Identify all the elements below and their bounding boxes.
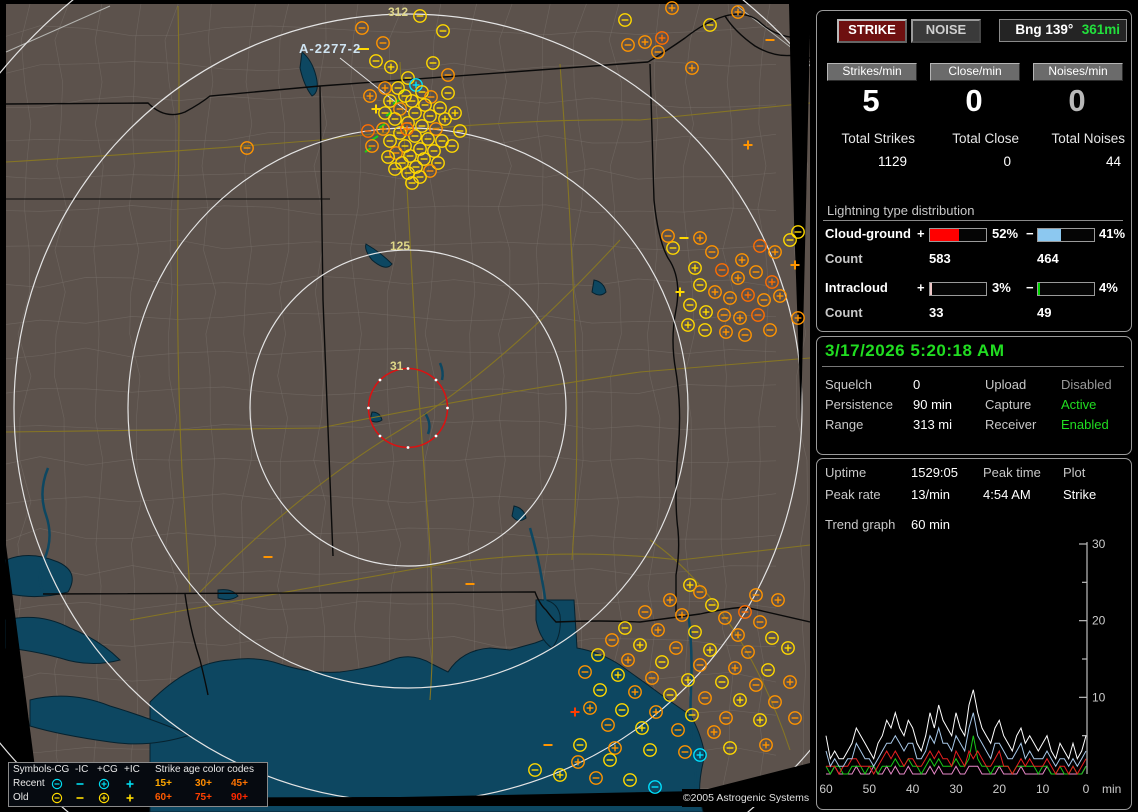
status-panel: 3/17/2026 5:20:18 AM Squelch 0 Upload Di… bbox=[816, 336, 1132, 455]
distance-value: 361mi bbox=[1081, 22, 1120, 37]
cloud-ground-label: Cloud-ground bbox=[825, 226, 911, 241]
squelch-value: 0 bbox=[913, 377, 921, 392]
peak-time-value: 4:54 AM bbox=[983, 487, 1031, 502]
ic-minus-sign: − bbox=[1026, 280, 1034, 295]
intracloud-label: Intracloud bbox=[825, 280, 888, 295]
trend-graph-label: Trend graph bbox=[825, 517, 896, 532]
peak-rate-label: Peak rate bbox=[825, 487, 881, 502]
squelch-label: Squelch bbox=[825, 377, 872, 392]
uptime-label: Uptime bbox=[825, 465, 867, 480]
peak-rate-value: 13/min bbox=[911, 487, 951, 502]
svg-text:30: 30 bbox=[1092, 539, 1106, 551]
lightning-map[interactable]: 312 125 31 A-2277-2 Symbols -CG -IC +CG … bbox=[0, 0, 810, 812]
close-per-min-chip[interactable]: Close/min bbox=[930, 63, 1020, 81]
storm-cell-label: A-2277-2 bbox=[299, 41, 361, 56]
datetime-divider bbox=[822, 366, 1124, 367]
receiver-status: Enabled bbox=[1061, 417, 1109, 432]
copyright-notice: ©2005 Astrogenic Systems bbox=[682, 789, 810, 807]
trend-chart: 10 20 30 60 50 40 30 20 10 0 min bbox=[819, 539, 1121, 796]
bearing-value: Bng 139° bbox=[1015, 22, 1074, 37]
noises-per-min-value: 0 bbox=[1068, 83, 1086, 118]
receiver-label: Receiver bbox=[985, 417, 1037, 432]
plot-mode-value: Strike bbox=[1063, 487, 1097, 502]
svg-text:min: min bbox=[1102, 782, 1121, 796]
ic-positive-pct: 3% bbox=[992, 280, 1011, 295]
plot-label: Plot bbox=[1063, 465, 1086, 480]
bearing-readout: Bng 139° 361mi bbox=[999, 19, 1127, 42]
noises-per-min-chip[interactable]: Noises/min bbox=[1033, 63, 1123, 81]
legend-age-60: 60+ bbox=[155, 792, 172, 803]
uptime-value: 1529:05 bbox=[911, 465, 958, 480]
close-per-min-value: 0 bbox=[965, 83, 983, 118]
trend-panel: Uptime 1529:05 Peak time Plot Peak rate … bbox=[816, 458, 1132, 810]
legend-age-45: 45+ bbox=[231, 778, 248, 789]
svg-text:20: 20 bbox=[993, 782, 1007, 796]
legend-age-30: 30+ bbox=[195, 778, 212, 789]
ic-negative-bar bbox=[1037, 282, 1095, 296]
total-close-label: Total Close bbox=[952, 131, 1019, 146]
svg-text:0: 0 bbox=[1083, 782, 1090, 796]
total-strikes-label: Total Strikes bbox=[841, 131, 915, 146]
cg-negative-count: 464 bbox=[1037, 251, 1059, 266]
datetime-display: 3/17/2026 5:20:18 AM bbox=[825, 341, 1005, 360]
capture-status: Active bbox=[1061, 397, 1097, 412]
range-value: 313 mi bbox=[913, 417, 953, 432]
svg-text:50: 50 bbox=[863, 782, 877, 796]
ring-label-outer: 312 bbox=[388, 5, 408, 19]
ic-positive-bar bbox=[929, 282, 987, 296]
cg-negative-pct: 41% bbox=[1099, 226, 1126, 241]
legend-age-90: 90+ bbox=[231, 792, 248, 803]
cg-positive-pct: 52% bbox=[992, 226, 1019, 241]
noise-mode-button[interactable]: NOISE bbox=[911, 19, 981, 43]
distribution-title: Lightning type distribution bbox=[827, 203, 975, 218]
svg-text:10: 10 bbox=[1092, 690, 1106, 704]
cg-negative-bar bbox=[1037, 228, 1095, 242]
ring-label-inner: 31 bbox=[390, 359, 404, 373]
trend-window-value: 60 min bbox=[911, 517, 951, 532]
total-noises-value: 44 bbox=[1105, 154, 1121, 169]
ic-negative-count: 49 bbox=[1037, 305, 1052, 320]
cg-count-label: Count bbox=[825, 251, 863, 266]
ic-negative-pct: 4% bbox=[1099, 280, 1118, 295]
svg-text:20: 20 bbox=[1092, 614, 1106, 628]
strikes-per-min-chip[interactable]: Strikes/min bbox=[827, 63, 917, 81]
cg-positive-count: 583 bbox=[929, 251, 951, 266]
legend-age-15: 15+ bbox=[155, 778, 172, 789]
ic-plus-sign: + bbox=[917, 280, 925, 295]
cg-plus-sign: + bbox=[917, 226, 925, 241]
ic-positive-count: 33 bbox=[929, 305, 944, 320]
cg-positive-bar bbox=[929, 228, 987, 242]
total-close-value: 0 bbox=[1003, 154, 1011, 169]
capture-label: Capture bbox=[985, 397, 1032, 412]
svg-text:10: 10 bbox=[1036, 782, 1050, 796]
upload-label: Upload bbox=[985, 377, 1027, 392]
distribution-divider bbox=[823, 220, 1123, 221]
svg-text:60: 60 bbox=[819, 782, 833, 796]
upload-status: Disabled bbox=[1061, 377, 1112, 392]
strikes-per-min-value: 5 bbox=[862, 83, 880, 118]
map-legend: Symbols -CG -IC +CG +IC Strike age color… bbox=[8, 762, 268, 807]
total-noises-label: Total Noises bbox=[1051, 131, 1125, 146]
stats-panel: STRIKE NOISE Bng 139° 361mi Strikes/min … bbox=[816, 10, 1132, 332]
nexstorm-window: { "map": { "cell_label": "A-2277-2", "ri… bbox=[0, 0, 1138, 812]
legend-symbol-glyphs bbox=[51, 778, 134, 804]
persistence-value: 90 min bbox=[913, 397, 953, 412]
svg-text:30: 30 bbox=[949, 782, 963, 796]
svg-text:40: 40 bbox=[906, 782, 920, 796]
peak-time-label: Peak time bbox=[983, 465, 1041, 480]
map-canvas: 312 125 31 A-2277-2 bbox=[0, 0, 810, 812]
ring-label-middle: 125 bbox=[390, 239, 410, 253]
total-strikes-value: 1129 bbox=[877, 154, 907, 169]
persistence-label: Persistence bbox=[825, 397, 893, 412]
ic-count-label: Count bbox=[825, 305, 863, 320]
range-label: Range bbox=[825, 417, 864, 432]
legend-age-75: 75+ bbox=[195, 792, 212, 803]
cg-minus-sign: − bbox=[1026, 226, 1034, 241]
strike-mode-button[interactable]: STRIKE bbox=[837, 19, 907, 43]
